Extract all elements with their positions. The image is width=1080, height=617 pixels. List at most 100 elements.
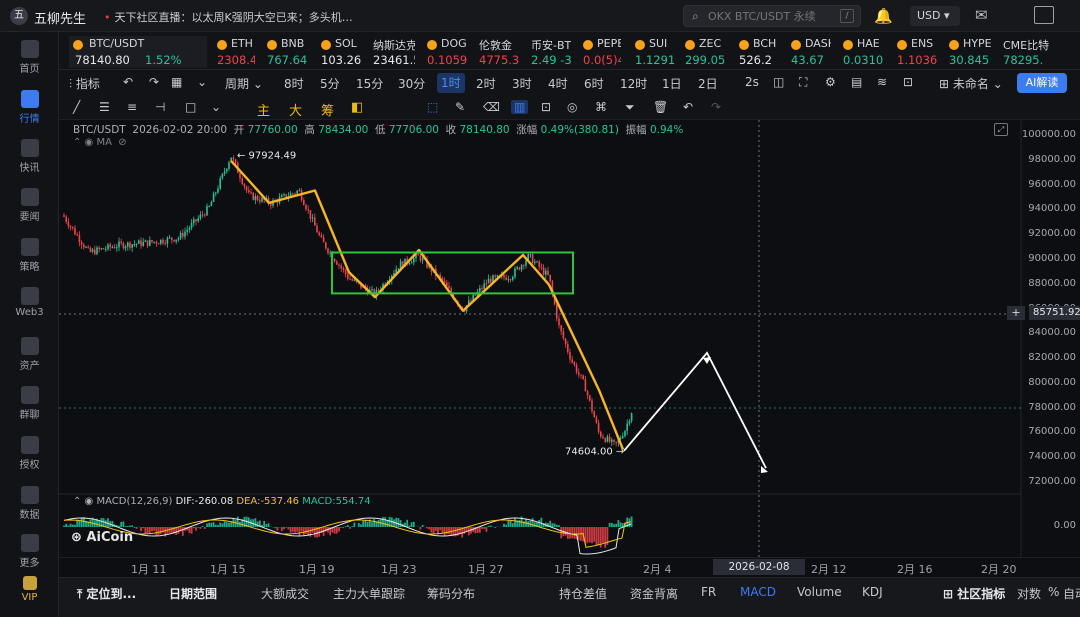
auto-scale-toggle[interactable]: 自动: [1063, 585, 1080, 602]
tab-ens[interactable]: ENS 1.1036: [897, 36, 937, 68]
gold-label-main[interactable]: 主: [257, 100, 270, 119]
ai-analysis-button[interactable]: AI解读: [1017, 73, 1067, 93]
tab-bch[interactable]: BCH 526.2: [739, 36, 779, 68]
eraser-tool-icon[interactable]: ⌫: [483, 100, 500, 114]
tab-zec[interactable]: ZEC 299.05: [685, 36, 725, 68]
macd-indicator[interactable]: ⌃ ◉ MACD(12,26,9) DIF:-260.08 DEA:-537.4…: [73, 496, 371, 507]
nav-authorize[interactable]: 授权: [0, 432, 59, 478]
add-alert-icon[interactable]: +: [1007, 306, 1025, 320]
news-ticker[interactable]: • 天下社区直播：以太周K强阴大空已来；多头机…: [104, 9, 353, 25]
lock-icon[interactable]: ⊡: [903, 75, 913, 89]
interval-1d[interactable]: 1日: [662, 75, 682, 92]
tab-cme-btc[interactable]: CME比特 78295.: [1003, 36, 1049, 68]
period-select[interactable]: 周期 ⌄: [225, 75, 263, 92]
nav-news[interactable]: 要闻: [0, 184, 59, 230]
x-axis[interactable]: 1月 11 1月 15 1月 19 1月 23 1月 27 1月 31 2月 4…: [59, 557, 1080, 589]
pen-tool-icon[interactable]: ✎: [455, 100, 465, 114]
nav-chat[interactable]: 群聊: [0, 382, 59, 428]
interval-1h[interactable]: 1时: [437, 73, 465, 93]
redo-drawing-icon[interactable]: ↷: [711, 100, 721, 114]
lock-drawing-icon[interactable]: ⊡: [541, 100, 551, 114]
interval-2d[interactable]: 2日: [698, 75, 718, 92]
search-box[interactable]: ⌕ /: [683, 5, 861, 27]
interval-12h[interactable]: 12时: [620, 75, 647, 92]
filter-icon[interactable]: ⏷: [625, 100, 635, 115]
interval-2h[interactable]: 2时: [476, 75, 496, 92]
chart-canvas[interactable]: ← 97924.49 74604.00 →: [59, 120, 1080, 557]
tab-funding-rate[interactable]: FR: [701, 585, 716, 599]
interval-30m[interactable]: 30分: [398, 75, 425, 92]
tab-binance-btc[interactable]: 币安-BTC2.49 -3: [531, 36, 571, 68]
tab-dash[interactable]: DASH 43.67: [791, 36, 831, 68]
tab-hype[interactable]: HYPE 30.845: [949, 36, 991, 68]
link-icon[interactable]: ⌘: [595, 100, 607, 114]
tab-btc-usdt[interactable]: BTC/USDT 78140.80 1.52%: [69, 36, 207, 68]
eye-icon[interactable]: ◎: [567, 100, 577, 114]
search-input[interactable]: [708, 8, 836, 24]
profile-icon[interactable]: [1034, 6, 1054, 24]
pointer-tool-icon[interactable]: ⬚: [427, 100, 438, 114]
date-range-button[interactable]: 日期范围: [169, 585, 217, 602]
line-tool-icon[interactable]: ╱: [73, 100, 80, 114]
log-scale-toggle[interactable]: 对数: [1017, 585, 1041, 602]
tab-large-trades[interactable]: 大额成交: [261, 585, 309, 602]
gold-flag-icon[interactable]: ◧: [351, 100, 363, 115]
tab-open-interest-diff[interactable]: 持仓差值: [559, 585, 607, 602]
layout-icon[interactable]: ▤: [851, 75, 862, 89]
trash-icon[interactable]: 🗑: [653, 100, 668, 114]
tab-eth[interactable]: ETH 2308.4: [217, 36, 255, 68]
layout-name-select[interactable]: ⊞ 未命名 ⌄: [939, 75, 1003, 92]
ma-indicator[interactable]: ⌃ ◉ MA ⊘: [73, 137, 127, 148]
price-chart[interactable]: ← 97924.49 74604.00 → BTC/USDT 2026-02-02…: [59, 120, 1080, 557]
interval-5m[interactable]: 5分: [320, 75, 340, 92]
more-tools-icon[interactable]: ⌄: [211, 100, 221, 114]
fullscreen-icon[interactable]: ⛶: [799, 75, 807, 90]
bell-icon[interactable]: 🔔: [874, 7, 893, 25]
chevron-down-icon[interactable]: ⌄: [197, 75, 207, 89]
layers-icon[interactable]: ≋: [877, 75, 887, 89]
interval-4h[interactable]: 4时: [548, 75, 568, 92]
locate-button[interactable]: ⤒ 定位到...: [77, 585, 136, 602]
nav-vip[interactable]: VIP: [0, 572, 59, 617]
nav-flash[interactable]: 快讯: [0, 135, 59, 181]
nav-market[interactable]: 行情: [0, 86, 59, 132]
nav-web3[interactable]: Web3: [0, 283, 59, 329]
nav-more[interactable]: 更多: [0, 530, 59, 576]
logo-icon[interactable]: 五: [10, 7, 28, 25]
interval-15m[interactable]: 15分: [356, 75, 383, 92]
grid-icon[interactable]: ▦: [171, 75, 182, 89]
gold-label-chip[interactable]: 筹: [321, 100, 334, 119]
tab-sol[interactable]: SOL 103.26: [321, 36, 363, 68]
nav-data[interactable]: 数据: [0, 482, 59, 528]
tab-pepe[interactable]: PEPE 0.0(5)4: [583, 36, 621, 68]
mail-icon[interactable]: ✉: [975, 6, 988, 24]
tab-sui[interactable]: SUI 1.1291: [635, 36, 675, 68]
tab-london-gold[interactable]: 伦敦金 4775.3: [479, 36, 519, 68]
gold-label-big[interactable]: 大: [289, 100, 302, 119]
tab-fund-divergence[interactable]: 资金背离: [630, 585, 678, 602]
expand-icon[interactable]: ⤢: [994, 123, 1008, 136]
interval-6h[interactable]: 6时: [584, 75, 604, 92]
nav-assets[interactable]: 资产: [0, 333, 59, 379]
currency-select[interactable]: USD ▾: [910, 6, 960, 26]
undo-drawing-icon[interactable]: ↶: [683, 100, 693, 114]
tab-kdj[interactable]: KDJ: [862, 585, 883, 599]
tab-doge[interactable]: DOGE 0.1059: [427, 36, 467, 68]
nav-home[interactable]: 首页: [0, 36, 59, 82]
tab-bnb[interactable]: BNB 767.64: [267, 36, 307, 68]
tab-main-orders[interactable]: 主力大单跟踪: [333, 585, 405, 602]
interval-3h[interactable]: 3时: [512, 75, 532, 92]
refresh-speed[interactable]: 2s: [745, 75, 759, 89]
magnet-tool-icon[interactable]: ▥: [511, 100, 529, 114]
undo-icon[interactable]: ↶: [123, 75, 133, 89]
tab-macd[interactable]: MACD: [740, 585, 776, 599]
tab-chip-distribution[interactable]: 筹码分布: [427, 585, 475, 602]
rect-tool-icon[interactable]: □: [185, 100, 196, 114]
channel-tool-icon[interactable]: ⊣: [155, 100, 165, 114]
fib-tool-icon[interactable]: ≡: [127, 100, 137, 114]
interval-8h[interactable]: 8时: [284, 75, 304, 92]
percent-toggle[interactable]: %: [1048, 585, 1059, 599]
settings-icon[interactable]: ⚙: [825, 75, 836, 89]
nav-strategy[interactable]: 策略: [0, 234, 59, 280]
indicators-button[interactable]: ⫶ 指标: [69, 75, 100, 92]
